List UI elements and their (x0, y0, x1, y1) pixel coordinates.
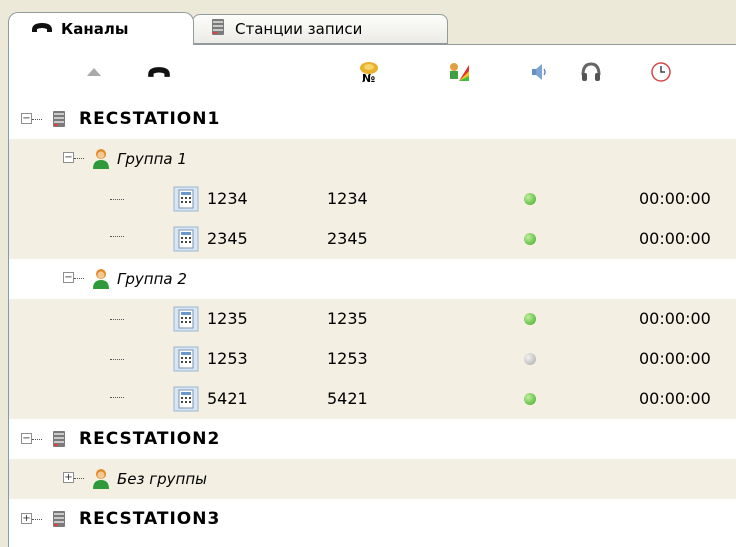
tree-row-group[interactable]: − Группа 2 (9, 259, 736, 299)
collapse-toggle[interactable]: − (21, 433, 32, 444)
tree-connector (32, 519, 42, 520)
group-name: Без группы (117, 470, 207, 488)
tree-connector (32, 439, 42, 440)
group-name: Группа 2 (117, 270, 187, 288)
recording-station-icon (52, 509, 66, 533)
group-name: Группа 1 (117, 150, 187, 168)
tree-row-channel[interactable]: 1234 1234 00:00:00 (9, 179, 736, 219)
station-name: RECSTATION3 (79, 509, 221, 529)
channel-number: 1234 (327, 189, 368, 208)
column-header: № (9, 45, 736, 99)
collapse-toggle[interactable]: − (21, 113, 32, 124)
tree-row-channel[interactable]: 1253 1253 00:00:00 (9, 339, 736, 379)
tree-connector (110, 397, 124, 398)
channel-time: 00:00:00 (639, 229, 711, 248)
collapse-toggle[interactable]: − (63, 272, 74, 283)
phone-device-icon (173, 186, 199, 216)
phone-handset-icon (31, 20, 53, 38)
station-name: RECSTATION1 (79, 109, 221, 129)
speaker-icon[interactable] (519, 45, 559, 99)
phone-device-icon (173, 226, 199, 256)
tree-connector (74, 278, 84, 279)
user-group-icon (91, 268, 111, 294)
tree-connector (110, 359, 124, 360)
tree-row-channel[interactable]: 2345 2345 00:00:00 (9, 219, 736, 259)
tree-connector (74, 158, 84, 159)
channel-number: 1253 (327, 349, 368, 368)
channel-number: 2345 (327, 229, 368, 248)
tree-connector (74, 478, 84, 479)
sort-ascending-icon[interactable] (79, 45, 109, 99)
channel-name: 1235 (207, 309, 248, 328)
expand-toggle[interactable]: + (63, 472, 74, 483)
channel-name: 5421 (207, 389, 248, 408)
tree-connector (110, 199, 124, 200)
tab-bar: Станции записи Каналы (0, 0, 736, 45)
tree-connector (110, 319, 124, 320)
recording-station-icon (52, 109, 66, 133)
channel-time: 00:00:00 (639, 309, 711, 328)
phone-device-icon (173, 306, 199, 336)
phone-handset-icon[interactable] (139, 45, 179, 99)
channel-number: 1235 (327, 309, 368, 328)
tree-row-group[interactable]: − Группа 1 (9, 139, 736, 179)
tree-row-station[interactable]: − RECSTATION1 (9, 99, 736, 139)
status-indicator-active (524, 313, 536, 325)
channel-number: 5421 (327, 389, 368, 408)
channel-name: 2345 (207, 229, 248, 248)
station-name: RECSTATION2 (79, 429, 221, 449)
tab-channels[interactable]: Каналы (8, 12, 194, 45)
tree-row-channel[interactable]: 5421 5421 00:00:00 (9, 379, 736, 419)
clock-icon[interactable] (641, 45, 681, 99)
status-indicator-inactive (524, 353, 536, 365)
expand-toggle[interactable]: + (21, 513, 32, 524)
tree-row-channel[interactable]: 1235 1235 00:00:00 (9, 299, 736, 339)
channel-name: 1253 (207, 349, 248, 368)
tree-row-group[interactable]: + Без группы (9, 459, 736, 499)
phone-device-icon (173, 386, 199, 416)
phone-device-icon (173, 346, 199, 376)
tree-row-station[interactable]: + RECSTATION3 (9, 499, 736, 539)
channels-panel: № − RECSTATION1 − Группа 1 1234 1234 00:… (8, 44, 736, 547)
channel-time: 00:00:00 (639, 389, 711, 408)
number-badge-icon[interactable]: № (349, 45, 389, 99)
status-indicator-active (524, 393, 536, 405)
status-indicator-active (524, 193, 536, 205)
tree-connector (110, 236, 124, 237)
recording-station-icon (211, 18, 225, 40)
tab-recording-stations[interactable]: Станции записи (192, 14, 448, 44)
channel-name: 1234 (207, 189, 248, 208)
user-group-icon (91, 148, 111, 174)
tab-label: Станции записи (235, 20, 363, 38)
headphones-icon[interactable] (571, 45, 611, 99)
recording-station-icon (52, 429, 66, 453)
svg-text:№: № (362, 72, 375, 84)
user-group-icon (91, 468, 111, 494)
tree-row-station[interactable]: − RECSTATION2 (9, 419, 736, 459)
tab-label: Каналы (61, 20, 129, 38)
user-level-icon[interactable] (439, 45, 479, 99)
tree-connector (32, 119, 42, 120)
collapse-toggle[interactable]: − (63, 152, 74, 163)
status-indicator-active (524, 233, 536, 245)
channel-time: 00:00:00 (639, 189, 711, 208)
channel-time: 00:00:00 (639, 349, 711, 368)
